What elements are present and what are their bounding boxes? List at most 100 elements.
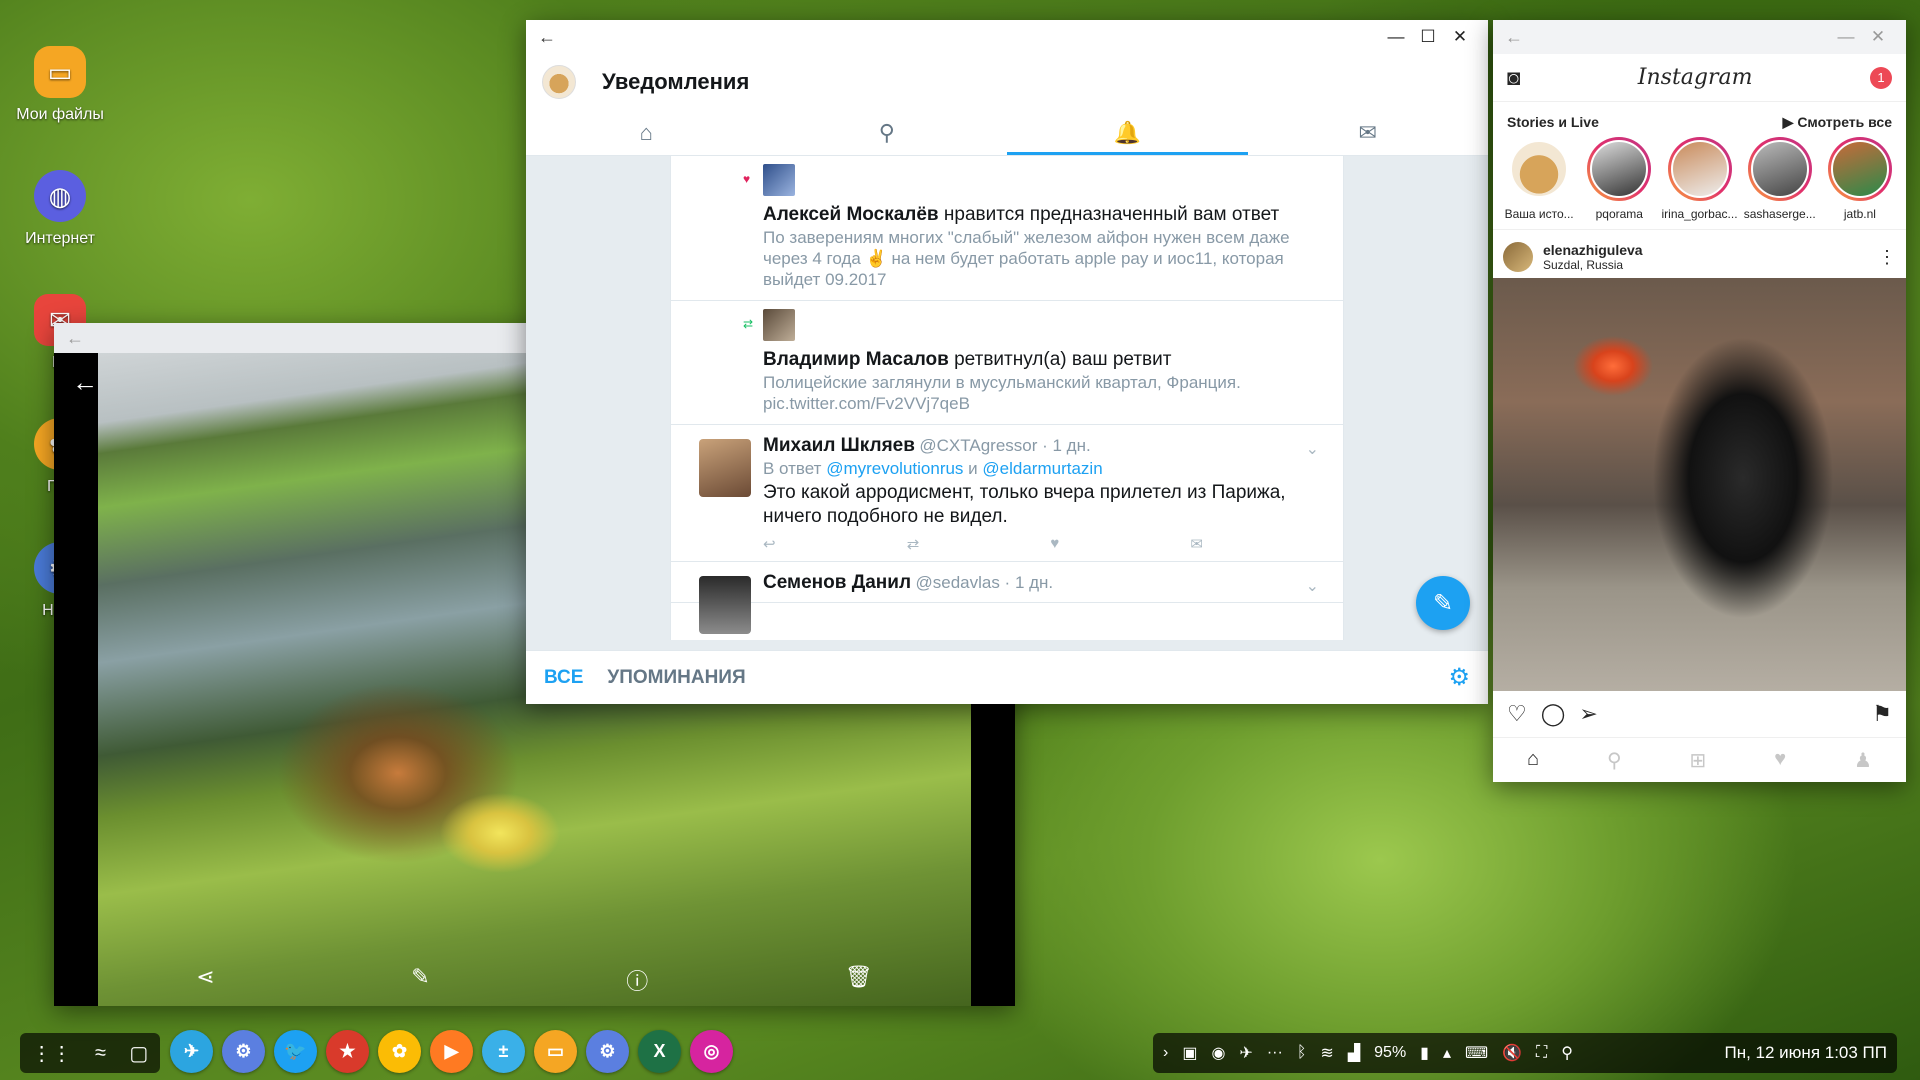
instagram-header: ◙ Instagram 1 — [1493, 54, 1906, 102]
tweet[interactable]: ⌄ Михаил Шкляев @CXTAgressor · 1 дн. В о… — [671, 425, 1343, 562]
like-icon[interactable]: ♡ — [1507, 701, 1527, 727]
home-button-icon[interactable]: ▢ — [129, 1041, 148, 1066]
tweet-reply-to: В ответ @myrevolutionrus и @eldarmurtazi… — [763, 459, 1103, 478]
tab-messages[interactable]: ✉ — [1248, 110, 1489, 155]
reply-icon[interactable]: ↩ — [763, 535, 776, 553]
more-options-icon[interactable]: ⋮ — [1878, 247, 1896, 268]
retweet-icon[interactable]: ⇄ — [907, 535, 920, 553]
instagram-bottom-nav: ⌂ ⚲ ⊞ ♥ ♟ — [1493, 737, 1906, 782]
story-item[interactable]: irina_gorbac... — [1659, 137, 1739, 221]
notification-actor[interactable]: Алексей Москалёв — [763, 204, 939, 225]
wunderlist-icon[interactable]: ★ — [326, 1030, 369, 1073]
tab-home[interactable]: ⌂ — [526, 110, 767, 155]
desktop-icon-my-files[interactable]: ▭ Мои файлы — [0, 46, 120, 124]
close-icon[interactable]: ✕ — [1862, 27, 1894, 47]
notification-item[interactable]: ♥ Алексей Москалёв нравится предназначен… — [671, 156, 1343, 301]
maximize-icon[interactable]: ☐ — [1412, 27, 1444, 47]
tweet-author[interactable]: Семенов Данил — [763, 572, 911, 593]
more-icon[interactable]: ··· — [1267, 1044, 1283, 1062]
tab-notifications[interactable]: 🔔 — [1007, 110, 1248, 155]
post-location[interactable]: Suzdal, Russia — [1543, 258, 1643, 272]
story-item[interactable]: jatb.nl — [1820, 137, 1900, 221]
gear-icon[interactable]: ⚙ — [1448, 663, 1470, 692]
comment-icon[interactable]: ◯ — [1541, 701, 1566, 727]
compass-icon[interactable]: ◉ — [1211, 1043, 1225, 1063]
recent-apps-icon[interactable]: ≈ — [95, 1042, 106, 1065]
chevron-right-icon[interactable]: › — [1163, 1044, 1168, 1062]
heart-icon[interactable]: ♥ — [1774, 748, 1786, 773]
like-icon[interactable]: ♥ — [1050, 535, 1059, 553]
story-item[interactable]: pqorama — [1579, 137, 1659, 221]
avatar — [1590, 140, 1649, 198]
back-arrow-icon[interactable]: ← — [1505, 27, 1523, 48]
chevron-down-icon[interactable]: ⌄ — [1306, 576, 1319, 596]
avatar[interactable] — [1503, 242, 1533, 272]
post-photo[interactable] — [1493, 278, 1906, 691]
avatar[interactable] — [699, 439, 751, 497]
instagram-icon[interactable]: ◎ — [690, 1030, 733, 1073]
minimize-icon[interactable]: — — [1830, 27, 1862, 47]
avatar[interactable] — [763, 309, 795, 341]
back-arrow-icon[interactable]: ← — [538, 27, 556, 48]
profile-icon[interactable]: ♟ — [1854, 748, 1872, 773]
search-icon[interactable]: ⚲ — [1561, 1043, 1573, 1063]
telegram-icon[interactable]: ✈ — [170, 1030, 213, 1073]
search-icon[interactable]: ⚲ — [1607, 748, 1622, 773]
calculator-icon[interactable]: ± — [482, 1030, 525, 1073]
desktop-icon-label: Мои файлы — [16, 106, 104, 123]
photos-icon[interactable]: ✿ — [378, 1030, 421, 1073]
settings-icon[interactable]: ⚙ — [222, 1030, 265, 1073]
edit-icon[interactable]: ✎ — [411, 964, 429, 996]
my-files-icon[interactable]: ▭ — [534, 1030, 577, 1073]
tweet-author[interactable]: Михаил Шкляев — [763, 435, 915, 456]
story-item[interactable]: sashaserge... — [1740, 137, 1820, 221]
info-icon[interactable]: ⓘ — [626, 964, 648, 996]
twitter-icon[interactable]: 🐦 — [274, 1030, 317, 1073]
tweet[interactable]: ⌄ Семенов Данил @sedavlas · 1 дн. — [671, 562, 1343, 634]
notification-badge[interactable]: 1 — [1870, 66, 1892, 89]
camera-icon[interactable]: ◙ — [1507, 65, 1520, 91]
notification-actor[interactable]: Владимир Масалов — [763, 349, 949, 370]
home-icon[interactable]: ⌂ — [1527, 748, 1539, 773]
post-username[interactable]: elenazhiguleva — [1543, 242, 1643, 258]
direct-message-icon[interactable]: ✉ — [1190, 535, 1203, 553]
delete-icon[interactable]: 🗑 — [845, 964, 873, 996]
excel-icon[interactable]: X — [638, 1030, 681, 1073]
share-icon[interactable]: ⋖ — [196, 964, 214, 996]
avatar[interactable] — [699, 576, 751, 634]
tab-all[interactable]: ВСЕ — [544, 667, 583, 689]
back-arrow-icon[interactable]: ← — [66, 328, 84, 349]
chevron-down-icon[interactable]: ⌄ — [1306, 439, 1319, 459]
retweet-icon: ⇄ — [743, 317, 754, 331]
avatar[interactable] — [763, 164, 795, 196]
screenshot-icon[interactable]: ⛶ — [1536, 1044, 1547, 1062]
add-post-icon[interactable]: ⊞ — [1690, 748, 1707, 773]
avatar — [1750, 140, 1809, 198]
tab-search[interactable]: ⚲ — [767, 110, 1008, 155]
mention-link[interactable]: @myrevolutionrus — [826, 459, 963, 478]
compose-tweet-button[interactable]: ✎ — [1416, 576, 1470, 630]
telegram-notification-icon[interactable]: ✈ — [1239, 1043, 1252, 1063]
close-icon[interactable]: ✕ — [1444, 27, 1476, 47]
gallery-back-button[interactable]: ← — [72, 367, 98, 398]
bookmark-icon[interactable]: ⚑ — [1872, 701, 1892, 727]
settings-icon[interactable]: ⚙ — [586, 1030, 629, 1073]
notification-item[interactable]: ⇄ Владимир Масалов ретвитнул(а) ваш ретв… — [671, 301, 1343, 425]
desktop-icon-internet[interactable]: ◍ Интернет — [0, 170, 120, 248]
mention-link[interactable]: @eldarmurtazin — [982, 459, 1102, 478]
play-music-icon[interactable]: ▶ — [430, 1030, 473, 1073]
mute-icon[interactable]: 🔇 — [1502, 1043, 1522, 1063]
send-icon[interactable]: ➢ — [1579, 701, 1597, 727]
chevron-up-icon[interactable]: ▴ — [1443, 1043, 1451, 1063]
notification-feed[interactable]: ♥ Алексей Москалёв нравится предназначен… — [670, 156, 1344, 640]
clock[interactable]: Пн, 12 июня 1:03 ПП — [1725, 1043, 1888, 1063]
app-drawer-icon[interactable]: ⋮⋮ — [32, 1041, 72, 1066]
taskbar-apps: ✈ ⚙ 🐦 ★ ✿ ▶ ± ▭ ⚙ X ◎ — [170, 1030, 733, 1073]
story-item[interactable]: Ваша исто... — [1499, 137, 1579, 221]
keyboard-icon[interactable]: ⌨ — [1465, 1043, 1488, 1063]
see-all-link[interactable]: ▶ Смотреть все — [1783, 114, 1892, 131]
avatar[interactable] — [542, 65, 576, 99]
image-notification-icon[interactable]: ▣ — [1182, 1043, 1197, 1063]
minimize-icon[interactable]: — — [1380, 27, 1412, 47]
tab-mentions[interactable]: УПОМИНАНИЯ — [607, 667, 745, 689]
